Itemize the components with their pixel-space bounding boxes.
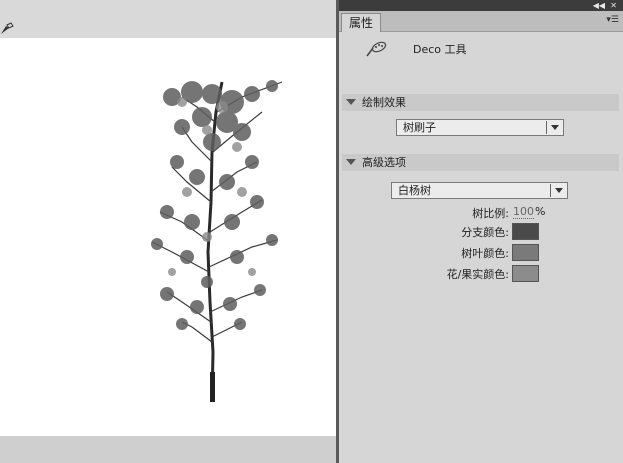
tree-scale-value[interactable]: 100 (513, 206, 534, 219)
drawing-effect-select[interactable]: 树刷子 (396, 119, 564, 136)
select-value: 白杨树 (398, 184, 431, 197)
tree-type-select[interactable]: 白杨树 (391, 182, 568, 199)
tab-properties[interactable]: 属性 (341, 13, 381, 32)
panel-title-bar: ◀◀ ✕ (339, 0, 623, 11)
expand-triangle-icon[interactable] (346, 99, 356, 105)
leaf-color-label: 树叶颜色: (461, 247, 509, 260)
expand-triangle-icon[interactable] (346, 159, 356, 165)
chevron-down-icon (555, 188, 563, 193)
branch-color-swatch[interactable] (512, 223, 539, 240)
fruit-color-label: 花/果实颜色: (446, 268, 509, 281)
section-label: 高级选项 (362, 156, 406, 169)
panel-tab-row: 属性 ▾☰ (339, 11, 623, 32)
collapse-panel-icon[interactable]: ◀◀ (593, 0, 605, 11)
branch-color-label: 分支颜色: (461, 226, 509, 239)
stage-area (0, 0, 338, 463)
tree-scale-unit: % (535, 205, 546, 218)
section-advanced-options[interactable]: 高级选项 (342, 154, 619, 171)
deco-tool-icon (366, 41, 387, 57)
properties-panel: ◀◀ ✕ 属性 ▾☰ Deco 工具 绘制效果 树刷子 高级选项 白杨树 树比例… (339, 0, 623, 463)
fruit-color-swatch[interactable] (512, 265, 539, 282)
select-value: 树刷子 (403, 121, 436, 134)
stage-pasteboard-top (0, 0, 338, 38)
tree-scale-label: 树比例: (472, 207, 509, 220)
tool-name: Deco 工具 (413, 43, 467, 56)
select-separator (546, 121, 547, 134)
close-panel-icon[interactable]: ✕ (610, 0, 617, 11)
chevron-down-icon (551, 125, 559, 130)
section-drawing-effect[interactable]: 绘制效果 (342, 94, 619, 111)
stage-pasteboard-bottom (0, 436, 338, 463)
tree-drawing (151, 80, 283, 403)
section-label: 绘制效果 (362, 96, 406, 109)
deco-brush-cursor-icon (1, 22, 14, 34)
leaf-color-swatch[interactable] (512, 244, 539, 261)
panel-menu-icon[interactable]: ▾☰ (606, 15, 619, 25)
select-separator (550, 184, 551, 197)
